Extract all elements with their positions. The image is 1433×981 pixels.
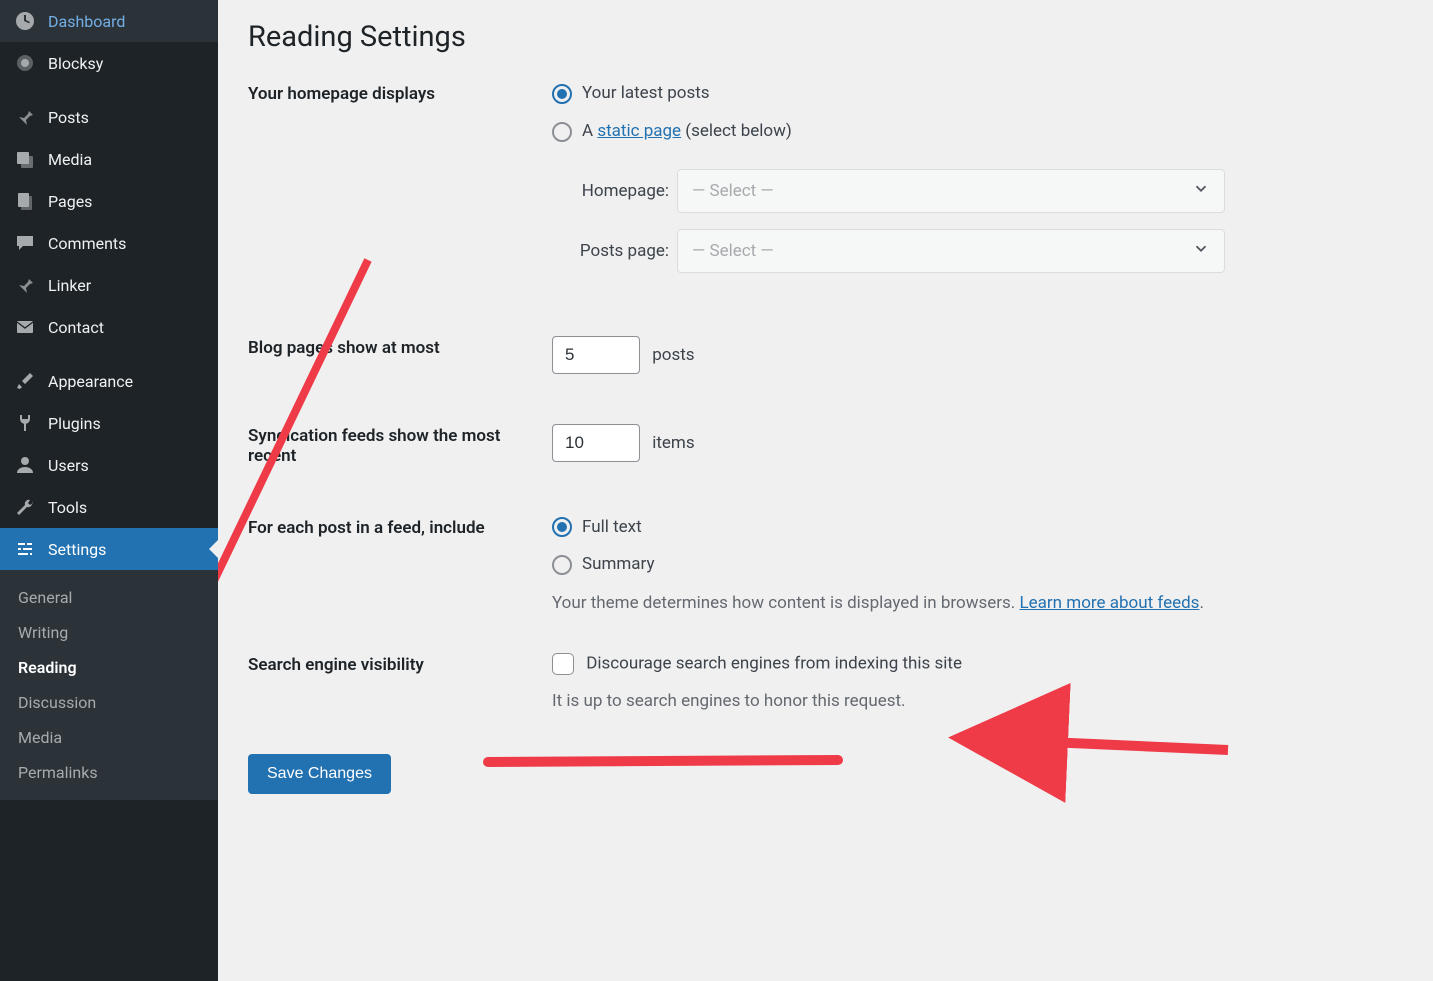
- blog-pages-input[interactable]: [552, 336, 640, 374]
- settings-submenu: General Writing Reading Discussion Media…: [0, 570, 218, 800]
- chevron-down-icon: [1192, 179, 1210, 202]
- radio-summary[interactable]: [552, 555, 572, 575]
- posts-page-select[interactable]: — Select —: [677, 229, 1225, 273]
- sidebar-label: Linker: [48, 276, 91, 295]
- radio-static-page[interactable]: [552, 122, 572, 142]
- select-placeholder: — Select —: [692, 181, 774, 201]
- page-title: Reading Settings: [248, 20, 1403, 54]
- sidebar-item-comments[interactable]: Comments: [0, 222, 218, 264]
- sidebar-label: Users: [48, 456, 89, 475]
- syndication-unit: items: [652, 433, 694, 453]
- submenu-item-media[interactable]: Media: [0, 720, 218, 755]
- submenu-item-reading[interactable]: Reading: [0, 650, 218, 685]
- sidebar-separator: [0, 84, 218, 96]
- submenu-item-general[interactable]: General: [0, 580, 218, 615]
- homepage-select[interactable]: — Select —: [677, 169, 1225, 213]
- radio-static-page-label: A static page (select below): [582, 120, 792, 144]
- sidebar-item-pages[interactable]: Pages: [0, 180, 218, 222]
- sidebar-item-settings[interactable]: Settings: [0, 528, 218, 570]
- radio-latest-posts-label: Your latest posts: [582, 82, 710, 106]
- sidebar-item-appearance[interactable]: Appearance: [0, 360, 218, 402]
- search-visibility-label: Search engine visibility: [248, 653, 552, 675]
- wrench-icon: [14, 496, 36, 518]
- blog-pages-label: Blog pages show at most: [248, 336, 552, 358]
- sidebar-item-plugins[interactable]: Plugins: [0, 402, 218, 444]
- radio-summary-label: Summary: [582, 553, 654, 577]
- blog-pages-unit: posts: [652, 345, 694, 365]
- dashboard-icon: [14, 10, 36, 32]
- sidebar-label: Plugins: [48, 414, 101, 433]
- sidebar-item-tools[interactable]: Tools: [0, 486, 218, 528]
- select-placeholder: — Select —: [692, 241, 774, 261]
- sidebar-item-linker[interactable]: Linker: [0, 264, 218, 306]
- submenu-item-discussion[interactable]: Discussion: [0, 685, 218, 720]
- syndication-input[interactable]: [552, 424, 640, 462]
- search-visibility-helper: It is up to search engines to honor this…: [552, 689, 1403, 715]
- blocksy-icon: [14, 52, 36, 74]
- sidebar-label: Media: [48, 150, 92, 169]
- static-page-link[interactable]: static page: [597, 121, 681, 141]
- radio-full-text-label: Full text: [582, 516, 642, 540]
- radio-latest-posts[interactable]: [552, 84, 572, 104]
- plug-icon: [14, 412, 36, 434]
- sidebar-item-dashboard[interactable]: Dashboard: [0, 0, 218, 42]
- sidebar-label: Dashboard: [48, 12, 125, 31]
- pages-icon: [14, 190, 36, 212]
- sidebar-item-posts[interactable]: Posts: [0, 96, 218, 138]
- pin-icon: [14, 106, 36, 128]
- sidebar-item-users[interactable]: Users: [0, 444, 218, 486]
- sidebar-label: Comments: [48, 234, 126, 253]
- submenu-item-writing[interactable]: Writing: [0, 615, 218, 650]
- sidebar-label: Tools: [48, 498, 87, 517]
- sidebar-item-contact[interactable]: Contact: [0, 306, 218, 348]
- save-changes-button[interactable]: Save Changes: [248, 754, 391, 794]
- submenu-item-permalinks[interactable]: Permalinks: [0, 755, 218, 790]
- discourage-search-checkbox[interactable]: [552, 653, 574, 675]
- chevron-down-icon: [1192, 239, 1210, 262]
- brush-icon: [14, 370, 36, 392]
- sidebar-separator: [0, 348, 218, 360]
- posts-page-select-label: Posts page:: [572, 241, 677, 261]
- comment-icon: [14, 232, 36, 254]
- learn-more-feeds-link[interactable]: Learn more about feeds: [1020, 593, 1200, 613]
- sidebar-label: Appearance: [48, 372, 133, 391]
- homepage-displays-label: Your homepage displays: [248, 82, 552, 104]
- user-icon: [14, 454, 36, 476]
- sidebar-label: Blocksy: [48, 54, 103, 73]
- feed-include-label: For each post in a feed, include: [248, 516, 552, 538]
- sidebar-label: Settings: [48, 540, 106, 559]
- feed-helper-text: Your theme determines how content is dis…: [552, 591, 1403, 617]
- sidebar-item-media[interactable]: Media: [0, 138, 218, 180]
- settings-main: Reading Settings Your homepage displays …: [218, 0, 1433, 981]
- homepage-select-label: Homepage:: [572, 181, 677, 201]
- sliders-icon: [14, 538, 36, 560]
- admin-sidebar: Dashboard Blocksy Posts Media Pages: [0, 0, 218, 981]
- sidebar-item-blocksy[interactable]: Blocksy: [0, 42, 218, 84]
- syndication-label: Syndication feeds show the most recent: [248, 424, 552, 466]
- sidebar-label: Contact: [48, 318, 104, 337]
- pin-icon: [14, 274, 36, 296]
- media-icon: [14, 148, 36, 170]
- sidebar-label: Posts: [48, 108, 89, 127]
- sidebar-label: Pages: [48, 192, 92, 211]
- discourage-search-label: Discourage search engines from indexing …: [586, 653, 962, 673]
- mail-icon: [14, 316, 36, 338]
- radio-full-text[interactable]: [552, 517, 572, 537]
